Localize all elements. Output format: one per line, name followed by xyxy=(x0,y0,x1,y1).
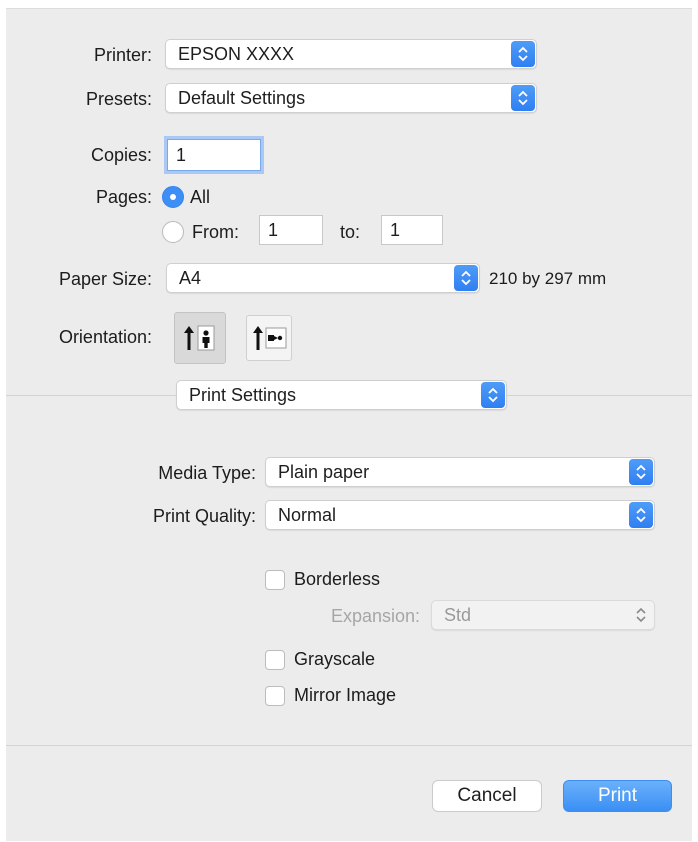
grayscale-checkbox[interactable] xyxy=(265,650,285,670)
updown-arrows-icon xyxy=(629,459,653,485)
orientation-portrait-button[interactable] xyxy=(174,312,226,364)
media-type-popup[interactable]: Plain paper xyxy=(265,457,655,487)
landscape-orientation-icon xyxy=(253,326,287,350)
copies-label: Copies: xyxy=(90,145,152,165)
copies-input[interactable] xyxy=(168,140,260,170)
paper-size-label: Paper Size: xyxy=(58,269,152,289)
pages-from-field[interactable] xyxy=(259,215,323,245)
print-quality-label: Print Quality: xyxy=(152,506,256,526)
presets-popup[interactable]: Default Settings xyxy=(165,83,537,113)
media-type-label: Media Type: xyxy=(158,463,256,483)
pages-label: Pages: xyxy=(95,187,152,207)
updown-arrows-icon xyxy=(454,265,478,291)
expansion-value: Std xyxy=(444,605,472,625)
pages-from-label: From: xyxy=(192,222,239,242)
paper-size-popup[interactable]: A4 xyxy=(166,263,480,293)
section-popup[interactable]: Print Settings xyxy=(176,380,507,410)
pages-from-input[interactable] xyxy=(260,216,322,244)
printer-value: EPSON XXXX xyxy=(178,44,295,64)
paper-size-dimensions: 210 by 297 mm xyxy=(489,269,607,288)
borderless-checkbox[interactable] xyxy=(265,570,285,590)
pages-to-label: to: xyxy=(340,222,361,242)
presets-label: Presets: xyxy=(85,89,152,109)
pages-all-radio[interactable] xyxy=(162,186,184,208)
pages-from-radio[interactable] xyxy=(162,221,184,243)
presets-value: Default Settings xyxy=(178,88,306,108)
grayscale-label: Grayscale xyxy=(294,649,376,669)
print-button[interactable]: Print xyxy=(563,780,672,812)
printer-label: Printer: xyxy=(93,45,152,65)
pages-to-field[interactable] xyxy=(381,215,443,245)
section-value: Print Settings xyxy=(189,385,297,405)
pages-all-label: All xyxy=(190,187,211,207)
print-quality-value: Normal xyxy=(278,505,337,525)
expansion-popup[interactable]: Std xyxy=(431,600,655,630)
orientation-landscape-button[interactable] xyxy=(246,315,292,361)
paper-size-value: A4 xyxy=(179,268,202,288)
borderless-label: Borderless xyxy=(294,569,381,589)
media-type-value: Plain paper xyxy=(278,462,370,482)
print-quality-popup[interactable]: Normal xyxy=(265,500,655,530)
copies-field[interactable] xyxy=(167,139,261,171)
expansion-label: Expansion: xyxy=(330,606,420,626)
mirror-image-checkbox[interactable] xyxy=(265,686,285,706)
mirror-image-label: Mirror Image xyxy=(294,685,397,705)
updown-arrows-icon xyxy=(629,502,653,528)
print-dialog: Printer: EPSON XXXX Presets: Default Set… xyxy=(6,8,692,841)
bottom-separator xyxy=(6,745,692,746)
printer-popup[interactable]: EPSON XXXX xyxy=(165,39,537,69)
cancel-button[interactable]: Cancel xyxy=(432,780,542,812)
updown-arrows-icon xyxy=(511,85,535,111)
pages-to-input[interactable] xyxy=(382,216,442,244)
updown-arrows-icon xyxy=(629,602,653,628)
updown-arrows-icon xyxy=(511,41,535,67)
portrait-orientation-icon xyxy=(184,325,215,351)
updown-arrows-icon xyxy=(481,382,505,408)
orientation-label: Orientation: xyxy=(58,327,152,347)
